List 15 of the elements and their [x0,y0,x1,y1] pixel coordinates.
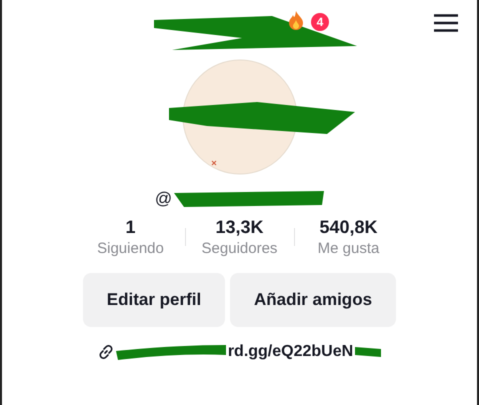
redaction-scribble [355,345,382,359]
bio-link[interactable]: rd.gg/eQ22bUeN [228,343,354,361]
stat-label: Me gusta [318,239,380,259]
stat-count: 13,3K [215,216,264,239]
stat-label: Seguidores [202,239,278,259]
add-friends-button[interactable]: Añadir amigos [230,273,396,327]
stat-label: Siguiendo [97,239,164,259]
stat-count: 1 [125,216,136,239]
stat-count: 540,8K [319,216,378,239]
flame-icon [288,10,304,30]
menu-icon[interactable] [434,14,458,32]
notification-badge: 4 [311,13,329,31]
edit-profile-button[interactable]: Editar perfil [83,273,225,327]
username-handle: @ [154,189,172,209]
link-icon [98,344,114,360]
